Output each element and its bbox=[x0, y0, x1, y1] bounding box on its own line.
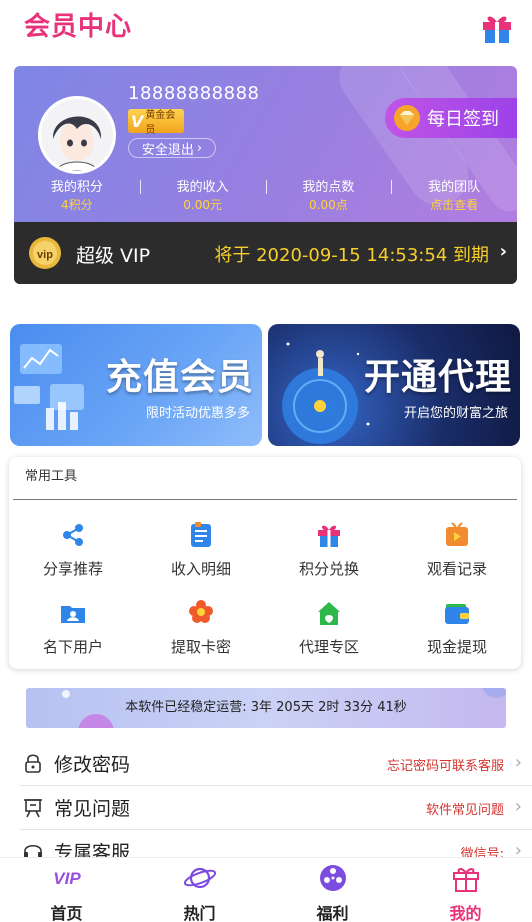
tab-welfare[interactable]: 福利 bbox=[266, 858, 399, 922]
gift-icon[interactable] bbox=[480, 10, 514, 44]
stat-label: 我的积分 bbox=[50, 180, 103, 195]
flower-icon bbox=[189, 600, 213, 623]
tool-label: 现金提现 bbox=[426, 638, 487, 656]
tab-home[interactable]: VIP 首页 bbox=[0, 858, 133, 922]
stats-row: 我的积分 4积分 我的收入 0.00元 我的点数 0.00点 我的团队 点击查看 bbox=[14, 176, 517, 212]
banner-subtitle: 限时活动优惠多多 bbox=[145, 406, 250, 421]
banner-title: 充值会员 bbox=[105, 356, 254, 398]
stat-value: 4积分 bbox=[61, 198, 93, 212]
tools-title: 常用工具 bbox=[13, 457, 517, 500]
vip-expire-text: 将于 2020-09-15 14:53:54 到期 bbox=[214, 245, 489, 266]
play-icon bbox=[446, 522, 468, 546]
tool-watch-history[interactable]: 观看记录 bbox=[393, 521, 521, 579]
svg-text:VIP: VIP bbox=[53, 869, 81, 888]
bottom-tab-bar: VIP 首页 热门 福利 我的 bbox=[0, 857, 532, 922]
member-card: 18888888888 V 黄金会员 安全退出 › 每日签到 我的积分 4积分 … bbox=[14, 66, 517, 284]
tab-hot[interactable]: 热门 bbox=[133, 858, 266, 922]
tool-income-detail[interactable]: 收入明细 bbox=[137, 521, 265, 579]
stat-points[interactable]: 我的积分 4积分 bbox=[14, 176, 140, 212]
menu-label: 常见问题 bbox=[54, 798, 131, 820]
wallet-icon bbox=[445, 604, 469, 624]
runtime-notice: 本软件已经稳定运营: 3年 205天 2时 33分 41秒 bbox=[26, 688, 506, 728]
data-illustration-icon bbox=[14, 344, 84, 430]
user-phone: 18888888888 bbox=[128, 83, 260, 104]
stat-team[interactable]: 我的团队 点击查看 bbox=[391, 176, 517, 212]
badge-mark: V bbox=[131, 111, 144, 131]
tab-label: 首页 bbox=[50, 904, 83, 922]
tool-agent-zone[interactable]: 代理专区 bbox=[265, 599, 393, 657]
tab-mine[interactable]: 我的 bbox=[399, 858, 532, 922]
tool-label: 代理专区 bbox=[298, 638, 359, 656]
chevron-right-icon: › bbox=[196, 140, 203, 156]
menu-label: 修改密码 bbox=[54, 754, 131, 776]
vip-medal-icon: vip bbox=[29, 237, 61, 269]
banner-subtitle: 开启您的财富之旅 bbox=[403, 406, 508, 421]
tool-label: 分享推荐 bbox=[42, 560, 103, 578]
gold-member-badge: V 黄金会员 bbox=[128, 109, 184, 136]
agent-banner[interactable]: 开通代理 开启您的财富之旅 bbox=[268, 324, 520, 446]
folder-user-icon bbox=[61, 606, 85, 623]
stat-label: 我的收入 bbox=[176, 180, 229, 195]
shop-icon bbox=[318, 602, 340, 625]
planet-icon bbox=[183, 867, 216, 889]
tool-extract-card[interactable]: 提取卡密 bbox=[137, 599, 265, 657]
lock-icon bbox=[25, 754, 41, 773]
checkin-label: 每日签到 bbox=[427, 109, 499, 130]
list-icon bbox=[191, 522, 211, 547]
stat-value: 点击查看 bbox=[430, 198, 479, 212]
chevron-right-icon: › bbox=[499, 241, 507, 262]
diamond-icon bbox=[394, 105, 420, 131]
gift-outline-icon bbox=[452, 868, 479, 892]
vip-level: 超级 VIP bbox=[76, 245, 151, 267]
menu-faq[interactable]: 常见问题 软件常见问题 › bbox=[0, 786, 532, 830]
avatar-image bbox=[41, 99, 113, 171]
question-board-icon bbox=[24, 799, 42, 818]
stat-income[interactable]: 我的收入 0.00元 bbox=[139, 176, 266, 212]
menu-change-password[interactable]: 修改密码 忘记密码可联系客服 › bbox=[0, 742, 532, 786]
stat-value: 0.00元 bbox=[183, 198, 222, 212]
page-title: 会员中心 bbox=[24, 12, 133, 42]
runtime-text: 本软件已经稳定运营: 3年 205天 2时 33分 41秒 bbox=[125, 700, 407, 715]
chevron-right-icon: › bbox=[514, 752, 522, 773]
stat-value: 0.00点 bbox=[309, 198, 348, 212]
tools-card: 常用工具 分享推荐 收入明细 积分兑换 观看记录 名下用户 提取卡密 代理专区 … bbox=[9, 457, 521, 669]
share-icon bbox=[63, 524, 83, 546]
menu-hint: 软件常见问题 bbox=[425, 803, 504, 818]
tool-label: 积分兑换 bbox=[298, 560, 359, 578]
daily-checkin-button[interactable]: 每日签到 bbox=[385, 98, 517, 138]
tool-label: 观看记录 bbox=[426, 560, 487, 578]
avatar[interactable] bbox=[38, 96, 116, 174]
tool-cash-withdraw[interactable]: 现金提现 bbox=[393, 599, 521, 657]
logout-label: 安全退出 bbox=[141, 142, 194, 158]
gift-icon bbox=[318, 525, 340, 547]
vip-icon-text: vip bbox=[37, 249, 53, 261]
page-header: 会员中心 bbox=[0, 0, 532, 50]
stat-label: 我的团队 bbox=[428, 180, 481, 195]
tool-points-exchange[interactable]: 积分兑换 bbox=[265, 521, 393, 579]
tool-label: 收入明细 bbox=[170, 560, 231, 578]
tab-label: 我的 bbox=[449, 904, 482, 922]
logout-button[interactable]: 安全退出 › bbox=[128, 138, 216, 158]
film-reel-icon bbox=[319, 865, 346, 891]
tab-label: 热门 bbox=[183, 904, 216, 922]
badge-text: 黄金会员 bbox=[145, 110, 176, 136]
tab-label: 福利 bbox=[316, 904, 349, 922]
vip-logo-icon: VIP bbox=[53, 869, 81, 888]
stat-credits[interactable]: 我的点数 0.00点 bbox=[265, 176, 392, 212]
chevron-right-icon: › bbox=[514, 796, 522, 817]
vip-status-bar[interactable]: vip 超级 VIP 将于 2020-09-15 14:53:54 到期 › bbox=[14, 222, 517, 284]
banner-title: 开通代理 bbox=[363, 356, 512, 398]
tool-label: 提取卡密 bbox=[170, 638, 231, 656]
stat-label: 我的点数 bbox=[302, 180, 355, 195]
tool-label: 名下用户 bbox=[42, 638, 103, 656]
tool-my-users[interactable]: 名下用户 bbox=[9, 599, 137, 657]
tool-share[interactable]: 分享推荐 bbox=[9, 521, 137, 579]
menu-hint: 忘记密码可联系客服 bbox=[386, 759, 504, 774]
recharge-banner[interactable]: 充值会员 限时活动优惠多多 bbox=[10, 324, 262, 446]
